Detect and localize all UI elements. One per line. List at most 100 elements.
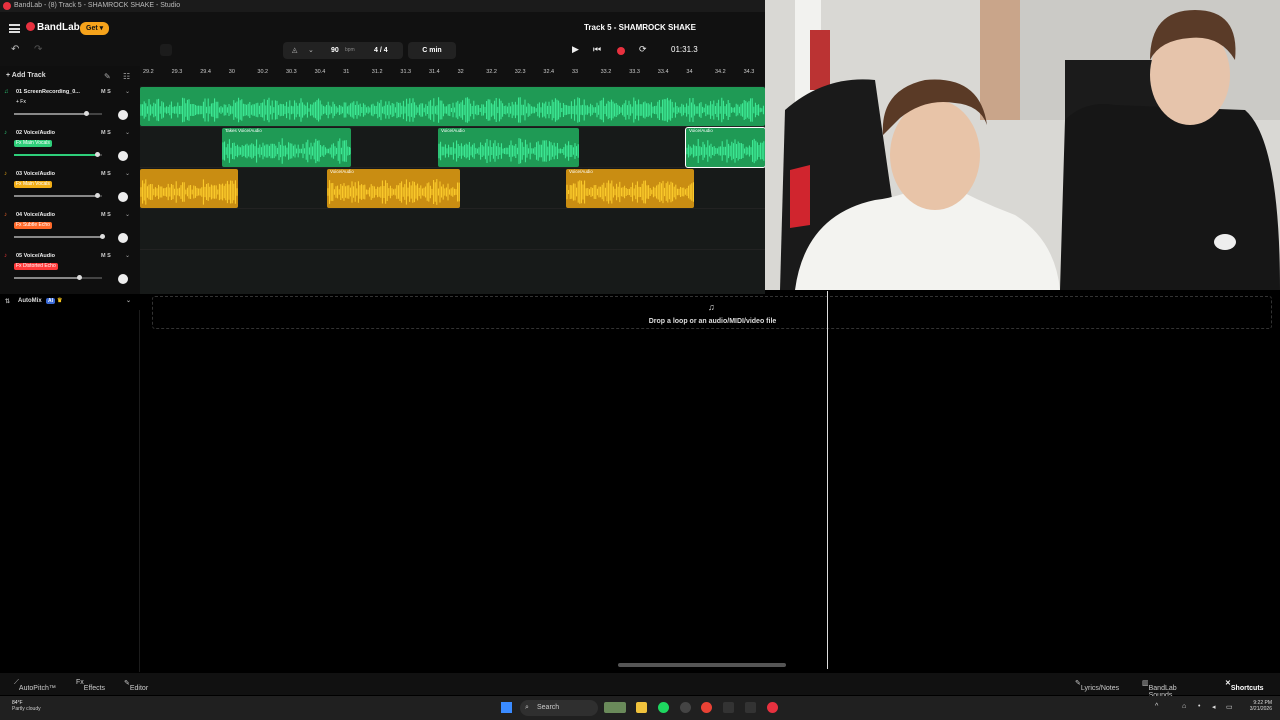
skip-back-icon[interactable]: ⏮ (593, 44, 601, 55)
windows-start-icon[interactable] (501, 702, 512, 713)
redo-icon[interactable]: ↷ (34, 44, 42, 55)
tempo-control[interactable]: ◬ ⌄ 90 bpm 4 / 4 (283, 42, 403, 59)
volume-thumb[interactable] (94, 193, 100, 198)
playhead[interactable] (827, 291, 828, 669)
track-header[interactable]: ♪ 04 Voice/Audio Fx Subtle Echo M S ⌄ (0, 209, 140, 250)
metronome-icon[interactable]: ◬ (292, 42, 297, 59)
volume-slider[interactable] (14, 152, 102, 157)
track-lane-3[interactable]: Voice/Audio Voice/Audio (140, 168, 765, 209)
track-name[interactable]: 04 Voice/Audio (16, 212, 88, 218)
bandlab-logo[interactable]: BandLab (26, 22, 80, 33)
audio-clip[interactable]: Voice/Audio (566, 169, 694, 208)
chevron-down-icon[interactable]: ⌄ (125, 252, 130, 259)
volume-slider[interactable] (14, 111, 102, 116)
audio-clip[interactable]: Takes Voice/Audio (222, 128, 351, 167)
app-icon[interactable] (680, 702, 691, 713)
mute-solo-buttons[interactable]: M S (101, 130, 111, 136)
solo-button[interactable]: S (107, 130, 111, 136)
capcut-icon[interactable] (723, 702, 734, 713)
timeline-lanes[interactable]: Takes Voice/Audio Voice/Audio Voice/Audi… (140, 86, 766, 294)
chevron-down-icon[interactable]: ⌄ (125, 88, 130, 95)
song-title[interactable]: Track 5 - SHAMROCK SHAKE (560, 23, 720, 32)
lyrics-notes-button[interactable]: ✎ Lyrics/Notes (1075, 679, 1119, 692)
track-fx-badge[interactable]: Fx Main Vocals (14, 181, 52, 188)
audio-clip[interactable] (140, 169, 238, 208)
audio-clip[interactable]: Voice/Audio (327, 169, 460, 208)
volume-slider[interactable] (14, 234, 105, 239)
track-lane-2[interactable]: Takes Voice/Audio Voice/Audio Voice/Audi… (140, 127, 766, 168)
edit-icon[interactable]: ✎ (104, 72, 111, 81)
mute-solo-buttons[interactable]: M S (101, 89, 111, 95)
bandlab-sounds-button[interactable]: ▥ BandLab Sounds (1142, 679, 1177, 699)
record-button[interactable] (617, 47, 625, 55)
track-fx-badge[interactable]: Fx Main Vocals (14, 140, 52, 147)
add-track-button[interactable]: + Add Track (6, 72, 46, 79)
key-selector[interactable]: C min (408, 42, 456, 59)
chevron-down-icon[interactable]: ⌄ (125, 211, 130, 218)
solo-button[interactable]: S (107, 171, 111, 177)
editor-button[interactable]: ✎ Editor (124, 679, 148, 692)
mute-button[interactable]: M (101, 253, 106, 259)
loop-icon[interactable]: ⟳ (639, 44, 647, 55)
solo-button[interactable]: S (107, 253, 111, 259)
mute-solo-buttons[interactable]: M S (101, 253, 111, 259)
menu-icon[interactable] (9, 24, 20, 33)
track-fx-badge[interactable]: Fx Distorted Echo (14, 263, 58, 270)
pan-knob[interactable] (118, 192, 128, 202)
volume-thumb[interactable] (94, 152, 100, 157)
network-icon[interactable]: ⌂ (1182, 703, 1186, 710)
pan-knob[interactable] (118, 274, 128, 284)
track-lane-4[interactable] (140, 209, 765, 250)
volume-icon[interactable]: ◂ (1212, 703, 1216, 711)
timeline-ruler[interactable]: 29.2 29.3 29.4 30 30.2 30.3 30.4 31 31.2 31.3 31.4… (140, 66, 765, 86)
track-header[interactable]: ♪ 05 Voice/Audio Fx Distorted Echo M S ⌄ (0, 250, 140, 291)
track-header[interactable]: ♪ 03 Voice/Audio Fx Main Vocals M S ⌄ (0, 168, 140, 209)
track-fx-badge[interactable]: + Fx (14, 99, 28, 106)
effects-button[interactable]: Fx Effects (76, 679, 105, 692)
chevron-down-icon[interactable]: ⌄ (125, 129, 130, 136)
track-header[interactable]: ♫ 01 ScreenRecording_0... + Fx M S ⌄ (0, 86, 140, 127)
track-header[interactable]: ♪ 02 Voice/Audio Fx Main Vocals M S ⌄ (0, 127, 140, 168)
chevron-down-icon[interactable]: ⌄ (125, 170, 130, 177)
tempo-value[interactable]: 90 (331, 42, 339, 59)
mixer-icon[interactable] (160, 44, 172, 56)
chevron-down-icon[interactable]: ⌄ (126, 297, 131, 304)
chevron-up-icon[interactable]: ^ (1155, 703, 1158, 710)
audio-clip-selected[interactable]: Voice/Audio (685, 127, 766, 168)
solo-button[interactable]: S (107, 89, 111, 95)
taskbar-widget-icon[interactable] (604, 702, 626, 713)
mute-button[interactable]: M (101, 130, 106, 136)
volume-thumb[interactable] (84, 111, 90, 116)
audio-clip[interactable] (140, 87, 765, 126)
mute-solo-buttons[interactable]: M S (101, 212, 111, 218)
volume-thumb[interactable] (77, 275, 83, 280)
mute-button[interactable]: M (101, 171, 106, 177)
pan-knob[interactable] (118, 110, 128, 120)
mute-button[interactable]: M (101, 89, 106, 95)
automix-row[interactable]: ⇅ AutoMix AI ♛ ⌄ (0, 294, 140, 310)
track-name[interactable]: 05 Voice/Audio (16, 253, 88, 259)
mic-icon[interactable]: • (1198, 703, 1200, 710)
capcut-icon-2[interactable] (745, 702, 756, 713)
track-lane-5[interactable] (140, 250, 765, 291)
taskbar-clock[interactable]: 9:22 PM 3/21/2026 (1240, 700, 1272, 712)
chrome-icon[interactable] (701, 702, 712, 713)
spotify-icon[interactable] (658, 702, 669, 713)
time-signature[interactable]: 4 / 4 (374, 42, 388, 59)
horizontal-scrollbar[interactable] (618, 663, 786, 667)
battery-icon[interactable]: ▭ (1226, 703, 1233, 711)
track-name[interactable]: 03 Voice/Audio (16, 171, 88, 177)
shortcuts-button[interactable]: ✕ Shortcuts (1225, 679, 1264, 692)
autopitch-button[interactable]: ⟋ AutoPitch™ (14, 679, 56, 692)
settings-sliders-icon[interactable]: ☷ (123, 72, 130, 81)
volume-slider[interactable] (14, 275, 102, 280)
get-button[interactable]: Get ▾ (80, 22, 110, 35)
file-explorer-icon[interactable] (636, 702, 647, 713)
audio-clip[interactable]: Voice/Audio (438, 128, 579, 167)
weather-widget[interactable]: 84°F Partly cloudy (12, 700, 41, 712)
undo-icon[interactable]: ↶ (11, 44, 19, 55)
track-name[interactable]: 01 ScreenRecording_0... (16, 89, 88, 95)
taskbar-search[interactable]: ⌕ Search (520, 700, 598, 716)
chevron-down-icon[interactable]: ⌄ (308, 42, 314, 59)
volume-slider[interactable] (14, 193, 102, 198)
